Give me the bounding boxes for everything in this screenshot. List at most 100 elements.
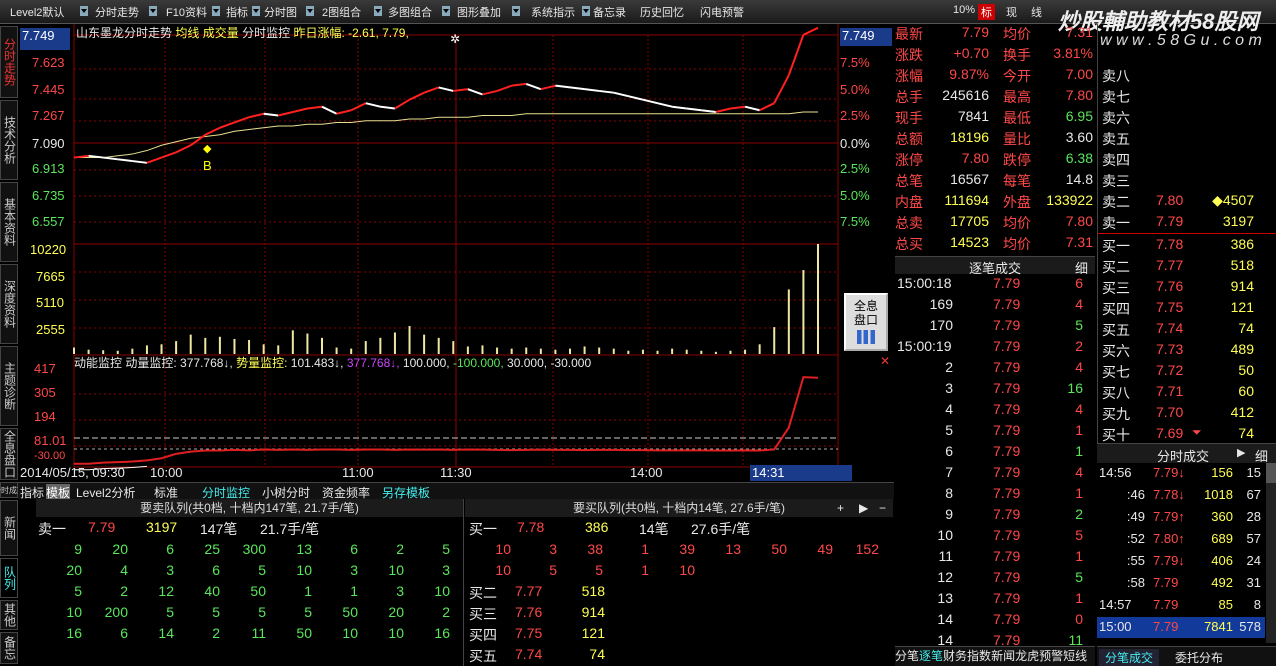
- tab-finance[interactable]: 财务: [943, 649, 967, 663]
- menu-overlay[interactable]: 图形叠加: [457, 4, 501, 20]
- monitor-label[interactable]: 分时监控: [242, 26, 290, 40]
- ask-label: 卖八: [1102, 68, 1130, 84]
- sell-vol: 3197: [146, 519, 178, 535]
- menu-f10[interactable]: F10资料: [166, 4, 207, 20]
- tab-queue[interactable]: 队列: [0, 558, 18, 598]
- tick-time: 15:00:18: [897, 275, 952, 291]
- bid-price: 7.73: [1156, 341, 1184, 357]
- bid-vol: 74: [1238, 425, 1254, 441]
- tab-basic[interactable]: 基本资料: [0, 182, 18, 262]
- tick-time: 3: [945, 380, 953, 396]
- tab-weituo[interactable]: 委托分布: [1175, 649, 1223, 666]
- menu-multi[interactable]: 多图组合: [388, 4, 432, 20]
- quanxi-button[interactable]: 全息 盘口: [844, 293, 888, 351]
- volume-bar: [189, 334, 192, 354]
- intraday-chart[interactable]: ◆ B: [18, 24, 894, 482]
- menu-alert[interactable]: 闪电预警: [700, 4, 744, 20]
- tab-deep[interactable]: 深度资料: [0, 264, 18, 344]
- chevron-down-icon[interactable]: [149, 6, 157, 16]
- tick-time: 10: [937, 527, 953, 543]
- fs-time: :49: [1126, 509, 1145, 524]
- menu-fenshi[interactable]: 分时走势: [95, 4, 139, 20]
- biao-button[interactable]: 标: [978, 4, 995, 20]
- tab-label: 主题诊断: [2, 362, 17, 410]
- tab-fenshi[interactable]: 分时走势: [0, 26, 18, 98]
- tick-time: 13: [937, 590, 953, 606]
- menu-level2[interactable]: Level2默认: [10, 4, 64, 20]
- volume-bar: [466, 346, 469, 354]
- fs-count: 578: [1239, 619, 1261, 634]
- chevron-down-icon[interactable]: [442, 6, 450, 16]
- tab-other[interactable]: 其他: [0, 600, 18, 630]
- stat-value: 14.8: [1065, 171, 1093, 187]
- volume-bar: [277, 345, 280, 354]
- menu-sys[interactable]: 系统指示: [531, 4, 575, 20]
- tab-news[interactable]: 新闻: [0, 500, 18, 556]
- xian-button[interactable]: 现: [1006, 4, 1017, 20]
- tick-price: 7.79: [993, 275, 1021, 291]
- tab-fenshi-chengjiao[interactable]: 分时成交: [0, 482, 25, 498]
- price-tick: 7.623: [32, 55, 65, 70]
- pct-axis-current: 7.749: [840, 28, 892, 46]
- chevron-down-icon[interactable]: [306, 6, 314, 16]
- close-icon[interactable]: ✕: [880, 354, 890, 368]
- ind-tick: 305: [34, 385, 56, 400]
- vol-label[interactable]: 成交量: [203, 26, 239, 40]
- chevron-down-icon[interactable]: [252, 6, 260, 16]
- ind-name[interactable]: 动能监控: [74, 356, 122, 370]
- volume-bar: [612, 348, 615, 354]
- minus-icon[interactable]: −: [879, 499, 886, 517]
- tab-alert[interactable]: 预警: [1039, 649, 1063, 663]
- menu-fenshitu[interactable]: 分时图: [264, 4, 297, 20]
- stat-label: 总买: [895, 236, 923, 252]
- tick-price: 7.79: [993, 422, 1021, 438]
- plus-icon[interactable]: +: [837, 499, 844, 517]
- tab-longhu[interactable]: 龙虎: [1015, 649, 1039, 663]
- chevron-down-icon[interactable]: [80, 6, 88, 16]
- pct-button[interactable]: 10%: [953, 4, 975, 16]
- buy-level-price: 7.74: [515, 646, 543, 662]
- play-icon[interactable]: ▶: [859, 499, 868, 517]
- fs-price: 7.78↓: [1153, 487, 1185, 502]
- menu-history[interactable]: 历史回忆: [640, 4, 684, 20]
- play-icon[interactable]: ▶: [1237, 446, 1245, 459]
- scroll-thumb[interactable]: [1266, 463, 1276, 483]
- bid-levels: 买一 7.78 386 买二 7.77 518 买三 7.76 914 买四 7.75 121 买五 7.…: [1097, 233, 1276, 443]
- tab-short[interactable]: 短线: [1063, 649, 1087, 663]
- buy-marker: B: [203, 158, 212, 173]
- ma-label[interactable]: 均线: [175, 26, 199, 40]
- stat-label: 涨幅: [895, 68, 923, 84]
- tick-vol: 5: [1075, 569, 1083, 585]
- chevron-down-icon[interactable]: [212, 6, 220, 16]
- menu-memo[interactable]: 备忘录: [593, 4, 626, 20]
- line-button[interactable]: 线: [1031, 4, 1042, 20]
- bid-price: 7.71: [1156, 383, 1184, 399]
- volume-bar: [204, 337, 207, 354]
- volume-bar: [627, 350, 630, 354]
- sell-price: 7.79: [88, 519, 116, 535]
- lock-icon[interactable]: [512, 6, 520, 16]
- fs-price: 7.79: [1153, 619, 1179, 634]
- fs-time: 14:57: [1099, 597, 1132, 612]
- tab-zhubi[interactable]: 逐笔: [919, 649, 943, 663]
- tab-tech[interactable]: 技术分析: [0, 100, 18, 180]
- price-tick: 6.735: [32, 188, 65, 203]
- bid-label: 买五: [1102, 322, 1130, 338]
- chevron-down-icon[interactable]: [374, 6, 382, 16]
- menu-indicator[interactable]: 指标: [226, 4, 248, 20]
- pct-tick: 2.5%: [840, 108, 870, 123]
- fs-count: 24: [1246, 553, 1261, 568]
- chevron-down-icon[interactable]: [582, 6, 590, 16]
- menu-2combo[interactable]: 2图组合: [322, 4, 361, 20]
- tab-memo[interactable]: 备忘: [0, 632, 18, 664]
- tab-quanxi[interactable]: 全息盘口: [0, 428, 18, 480]
- ind-value: 377.768↓,: [346, 356, 400, 370]
- tab-news2[interactable]: 新闻: [991, 649, 1015, 663]
- ind-value: -100.000,: [452, 356, 504, 370]
- scrollbar[interactable]: [1266, 463, 1276, 643]
- fs-row: :46 7.78↓ 1018 67: [1097, 485, 1265, 506]
- tab-topic[interactable]: 主题诊断: [0, 346, 18, 426]
- tab-index[interactable]: 指数: [967, 649, 991, 663]
- tab-fenbi[interactable]: 分笔: [895, 649, 919, 663]
- tab-fenbi-chengjiao[interactable]: 分笔成交: [1099, 649, 1160, 666]
